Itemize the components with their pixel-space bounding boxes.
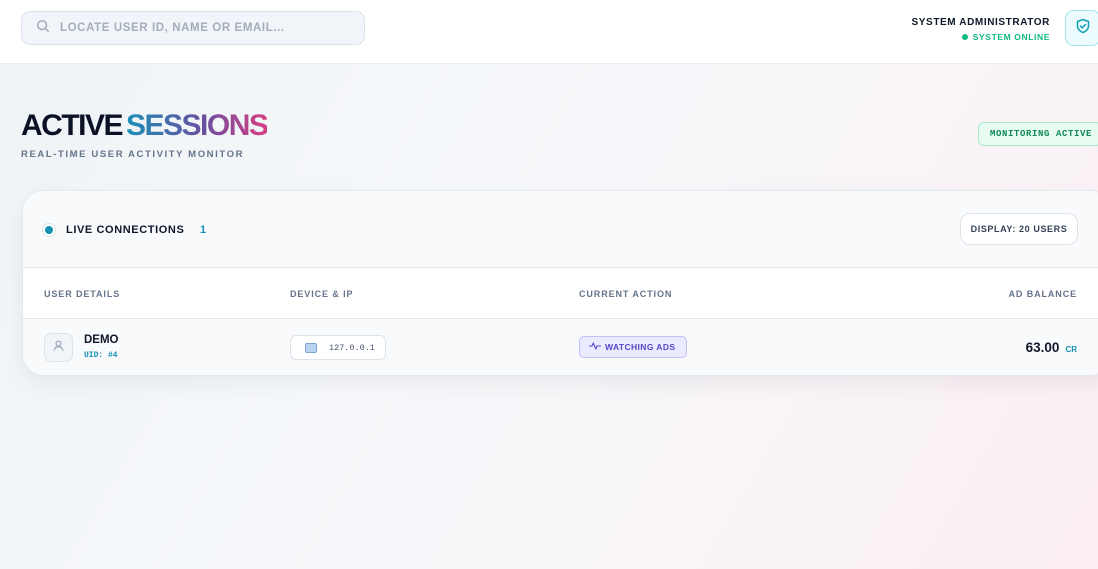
activity-icon xyxy=(588,338,602,356)
live-connections-label: LIVE CONNECTIONS xyxy=(66,224,185,236)
admin-name: SYSTEM ADMINISTRATOR xyxy=(911,17,1050,28)
search-icon xyxy=(36,19,50,38)
ip-address: 127.0.0.1 xyxy=(329,342,375,353)
column-header-current-action: CURRENT ACTION xyxy=(579,289,673,299)
ad-balance-value: 63.00 xyxy=(1025,340,1060,355)
column-header-user-details: USER DETAILS xyxy=(44,289,121,299)
live-indicator-icon xyxy=(42,223,56,237)
monitoring-badge: MONITORING ACTIVE xyxy=(978,122,1098,146)
top-bar: SYSTEM ADMINISTRATOR SYSTEM ONLINE xyxy=(0,0,1098,64)
page-title: ACTIVE SESSIONS xyxy=(21,108,269,144)
user-icon xyxy=(52,339,65,357)
current-action-label: WATCHING ADS xyxy=(605,342,676,352)
page-subtitle: REAL-TIME USER ACTIVITY MONITOR xyxy=(21,149,245,160)
page-title-part2: SESSIONS xyxy=(126,109,269,142)
page-title-part1: ACTIVE xyxy=(21,109,124,142)
table-row[interactable]: DEMO UID: #4 127.0.0.1 WATCHING ADS 63.0… xyxy=(23,318,1098,375)
admin-status-label: SYSTEM ONLINE xyxy=(972,32,1050,42)
ad-balance: 63.00 CR xyxy=(1026,340,1077,355)
admin-info: SYSTEM ADMINISTRATOR SYSTEM ONLINE xyxy=(912,17,1050,42)
user-name: DEMO xyxy=(84,334,119,346)
live-connections-count: 1 xyxy=(200,224,207,236)
display-count-button[interactable]: DISPLAY: 20 USERS xyxy=(960,213,1078,245)
avatar xyxy=(44,333,73,362)
search-input[interactable] xyxy=(60,22,350,34)
current-action-badge: WATCHING ADS xyxy=(579,336,687,358)
ad-balance-unit: CR xyxy=(1065,345,1077,354)
security-button[interactable] xyxy=(1065,10,1098,46)
sessions-panel: LIVE CONNECTIONS 1 DISPLAY: 20 USERS USE… xyxy=(22,190,1098,376)
shield-icon xyxy=(1075,18,1091,39)
user-uid: UID: #4 xyxy=(84,351,118,360)
column-header-ad-balance: AD BALANCE xyxy=(1008,289,1077,299)
device-ip-chip: 127.0.0.1 xyxy=(290,335,386,360)
online-dot-icon xyxy=(961,34,968,40)
device-icon xyxy=(305,342,317,353)
column-header-device-ip: DEVICE & IP xyxy=(290,289,354,299)
search-box[interactable] xyxy=(21,11,365,45)
admin-status: SYSTEM ONLINE xyxy=(912,32,1050,42)
panel-header: LIVE CONNECTIONS 1 DISPLAY: 20 USERS xyxy=(23,191,1098,268)
